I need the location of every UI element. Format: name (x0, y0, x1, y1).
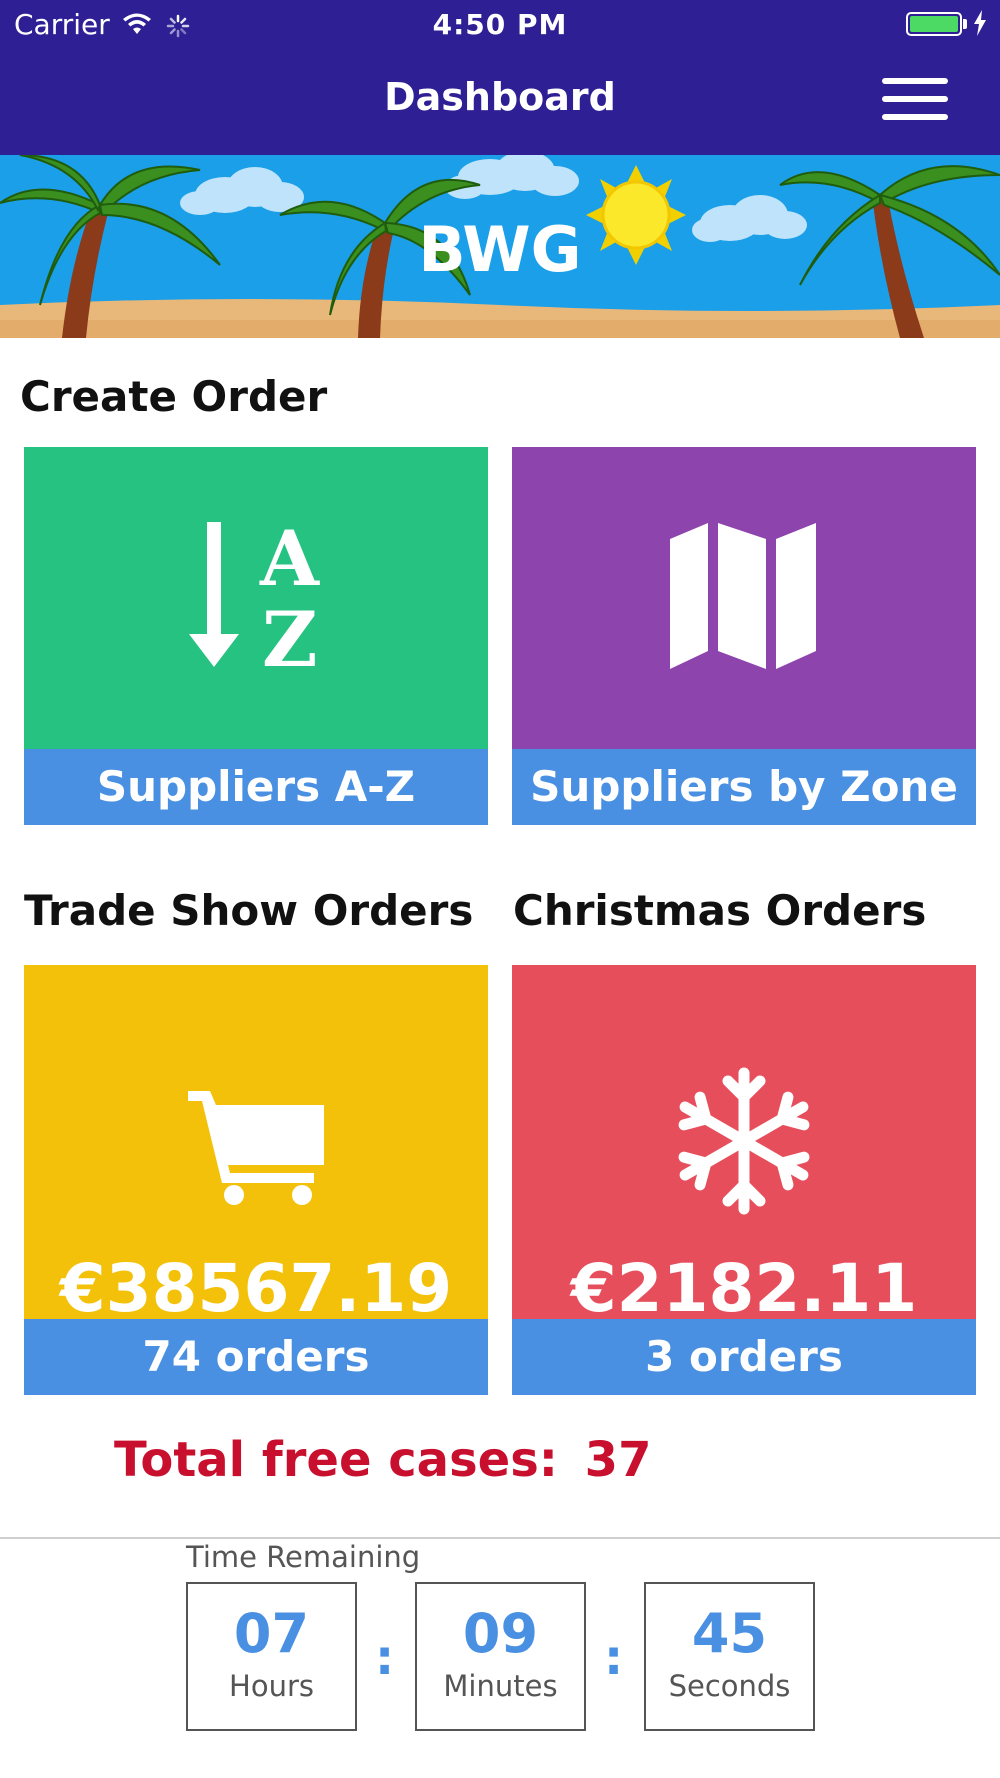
section-trade-show-orders: Trade Show Orders (24, 886, 474, 935)
section-create-order: Create Order (20, 372, 328, 421)
christmas-orders-tile[interactable]: €2182.11 3 orders (512, 965, 976, 1395)
trade-show-amount: €38567.19 (59, 1250, 453, 1327)
battery-nub (963, 19, 967, 29)
timer-seconds-box: 45 Seconds (644, 1582, 815, 1731)
timer-minutes-label: Minutes (443, 1669, 558, 1703)
timer-separator: : (375, 1630, 395, 1686)
banner-title: BWG (418, 213, 582, 286)
suppliers-az-label: Suppliers A-Z (24, 749, 488, 825)
shopping-cart-icon (188, 1089, 328, 1209)
christmas-amount: €2182.11 (570, 1250, 918, 1327)
status-time: 4:50 PM (432, 8, 568, 41)
suppliers-by-zone-tile[interactable]: Suppliers by Zone (512, 447, 976, 825)
timer-minutes-value: 09 (462, 1602, 539, 1665)
total-free-cases: Total free cases: 37 (114, 1432, 651, 1488)
timer-minutes-box: 09 Minutes (415, 1582, 586, 1731)
top-bar: Carrier 4:50 PM Dashboard (0, 0, 1000, 155)
hamburger-menu-icon[interactable] (880, 76, 950, 126)
snowflake-icon (677, 1067, 811, 1219)
timer-hours-box: 07 Hours (186, 1582, 357, 1731)
timer-seconds-value: 45 (691, 1602, 768, 1665)
banner: BWG (0, 155, 1000, 338)
trade-show-orders-tile[interactable]: €38567.19 74 orders (24, 965, 488, 1395)
sort-icon-letter-z: Z (262, 595, 318, 684)
time-remaining-label: Time Remaining (186, 1540, 421, 1574)
timer-hours-value: 07 (233, 1602, 310, 1665)
timer-separator: : (604, 1630, 624, 1686)
battery-icon (906, 12, 962, 36)
timer-hours-label: Hours (229, 1669, 314, 1703)
page-title: Dashboard (384, 75, 616, 119)
christmas-order-count: 3 orders (512, 1319, 976, 1395)
charging-bolt-icon (973, 10, 987, 43)
trade-show-order-count: 74 orders (24, 1319, 488, 1395)
section-christmas-orders: Christmas Orders (513, 886, 927, 935)
suppliers-az-tile[interactable]: A Z Suppliers A-Z (24, 447, 488, 825)
suppliers-zone-label: Suppliers by Zone (512, 749, 976, 825)
sort-icon-letter-a: A (260, 514, 319, 603)
total-free-cases-label: Total free cases: (114, 1432, 558, 1488)
timer-seconds-label: Seconds (668, 1669, 791, 1703)
total-free-cases-value: 37 (584, 1432, 652, 1488)
status-bar: Carrier 4:50 PM (0, 0, 1000, 50)
map-icon (670, 523, 818, 675)
divider (0, 1537, 1000, 1539)
